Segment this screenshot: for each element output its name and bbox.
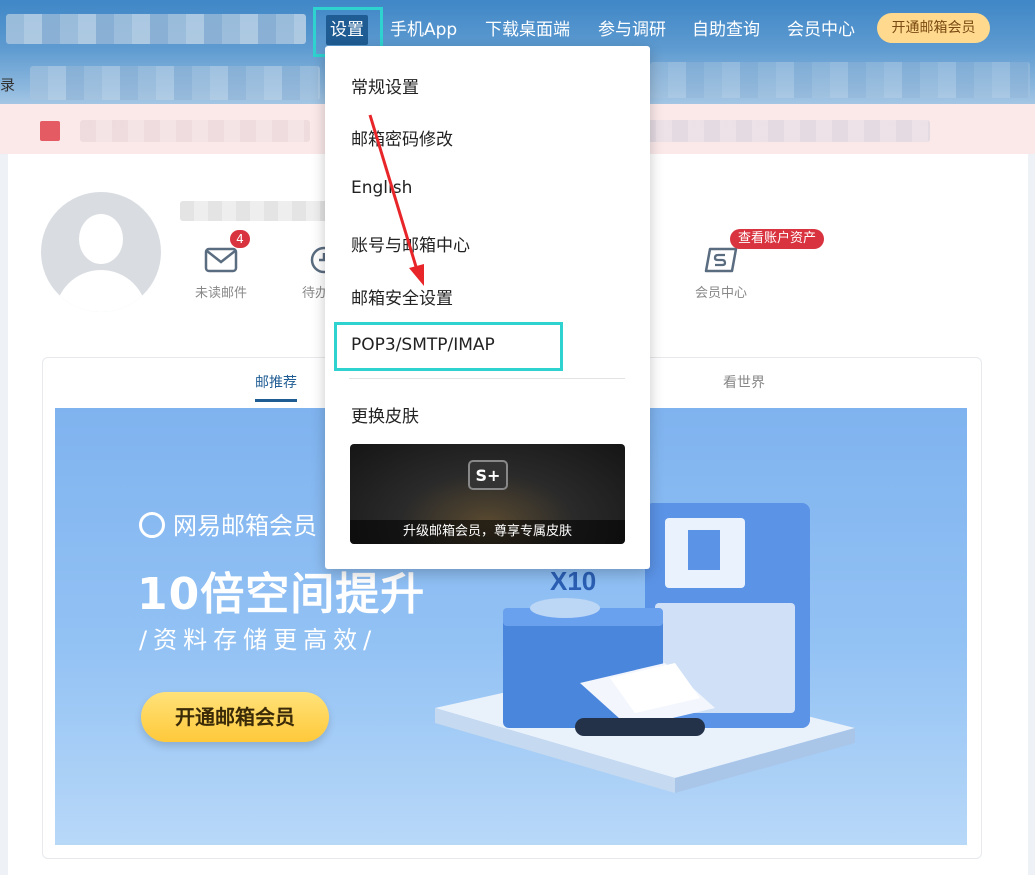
envelope-icon xyxy=(204,246,238,274)
splus-logo-icon: S+ xyxy=(468,460,508,490)
view-assets-badge[interactable]: 查看账户资产 xyxy=(730,229,825,249)
blurred-logo xyxy=(6,14,306,44)
menu-item-change-password[interactable]: 邮箱密码修改 xyxy=(351,125,453,150)
vip-open-button[interactable]: 开通邮箱会员 xyxy=(877,13,990,43)
quick-action-label: 会员中心 xyxy=(694,286,747,301)
tab-world[interactable]: 看世界 xyxy=(723,372,765,392)
nav-mobile-app[interactable]: 手机App xyxy=(390,15,457,45)
blurred-notice-right xyxy=(640,120,930,142)
blurred-username xyxy=(180,201,330,221)
unread-count-badge: 4 xyxy=(230,230,250,248)
menu-item-pop3-smtp-imap[interactable]: POP3/SMTP/IMAP xyxy=(351,335,495,355)
menu-item-security-settings[interactable]: 邮箱安全设置 xyxy=(351,284,453,309)
quick-action-member[interactable]: 会员中心 xyxy=(686,246,756,301)
notice-dot xyxy=(40,121,60,141)
avatar-head xyxy=(79,214,123,264)
menu-divider xyxy=(349,378,625,379)
login-fragment: 录 xyxy=(0,76,16,94)
avatar[interactable] xyxy=(41,192,161,312)
member-s-icon xyxy=(704,246,738,274)
nav-survey[interactable]: 参与调研 xyxy=(598,15,666,45)
nav-download-desktop[interactable]: 下载桌面端 xyxy=(485,15,570,45)
nav-settings[interactable]: 设置 xyxy=(326,15,368,45)
skin-promo-card[interactable]: S+ 升级邮箱会员，尊享专属皮肤 xyxy=(350,444,625,544)
x10-badge: X10 xyxy=(550,566,596,596)
quick-action-label: 未读邮件 xyxy=(194,286,247,301)
menu-item-english[interactable]: English xyxy=(351,178,412,198)
nav-member-center[interactable]: 会员中心 xyxy=(787,15,855,45)
blurred-notice-left xyxy=(80,120,310,142)
menu-item-change-skin[interactable]: 更换皮肤 xyxy=(351,402,419,427)
avatar-shoulders xyxy=(55,270,147,312)
tab-recommend[interactable]: 邮推荐 xyxy=(255,372,297,402)
nav-self-service[interactable]: 自助查询 xyxy=(692,15,760,45)
settings-dropdown: 常规设置 邮箱密码修改 English 账号与邮箱中心 邮箱安全设置 POP3/… xyxy=(325,46,650,569)
quick-action-unread[interactable]: 未读邮件 xyxy=(186,246,256,301)
blurred-account xyxy=(30,66,320,100)
blurred-header-right xyxy=(650,62,1030,98)
skin-card-caption: 升级邮箱会员，尊享专属皮肤 xyxy=(350,520,625,544)
menu-item-account-center[interactable]: 账号与邮箱中心 xyxy=(351,231,470,256)
menu-item-general-settings[interactable]: 常规设置 xyxy=(351,73,419,98)
